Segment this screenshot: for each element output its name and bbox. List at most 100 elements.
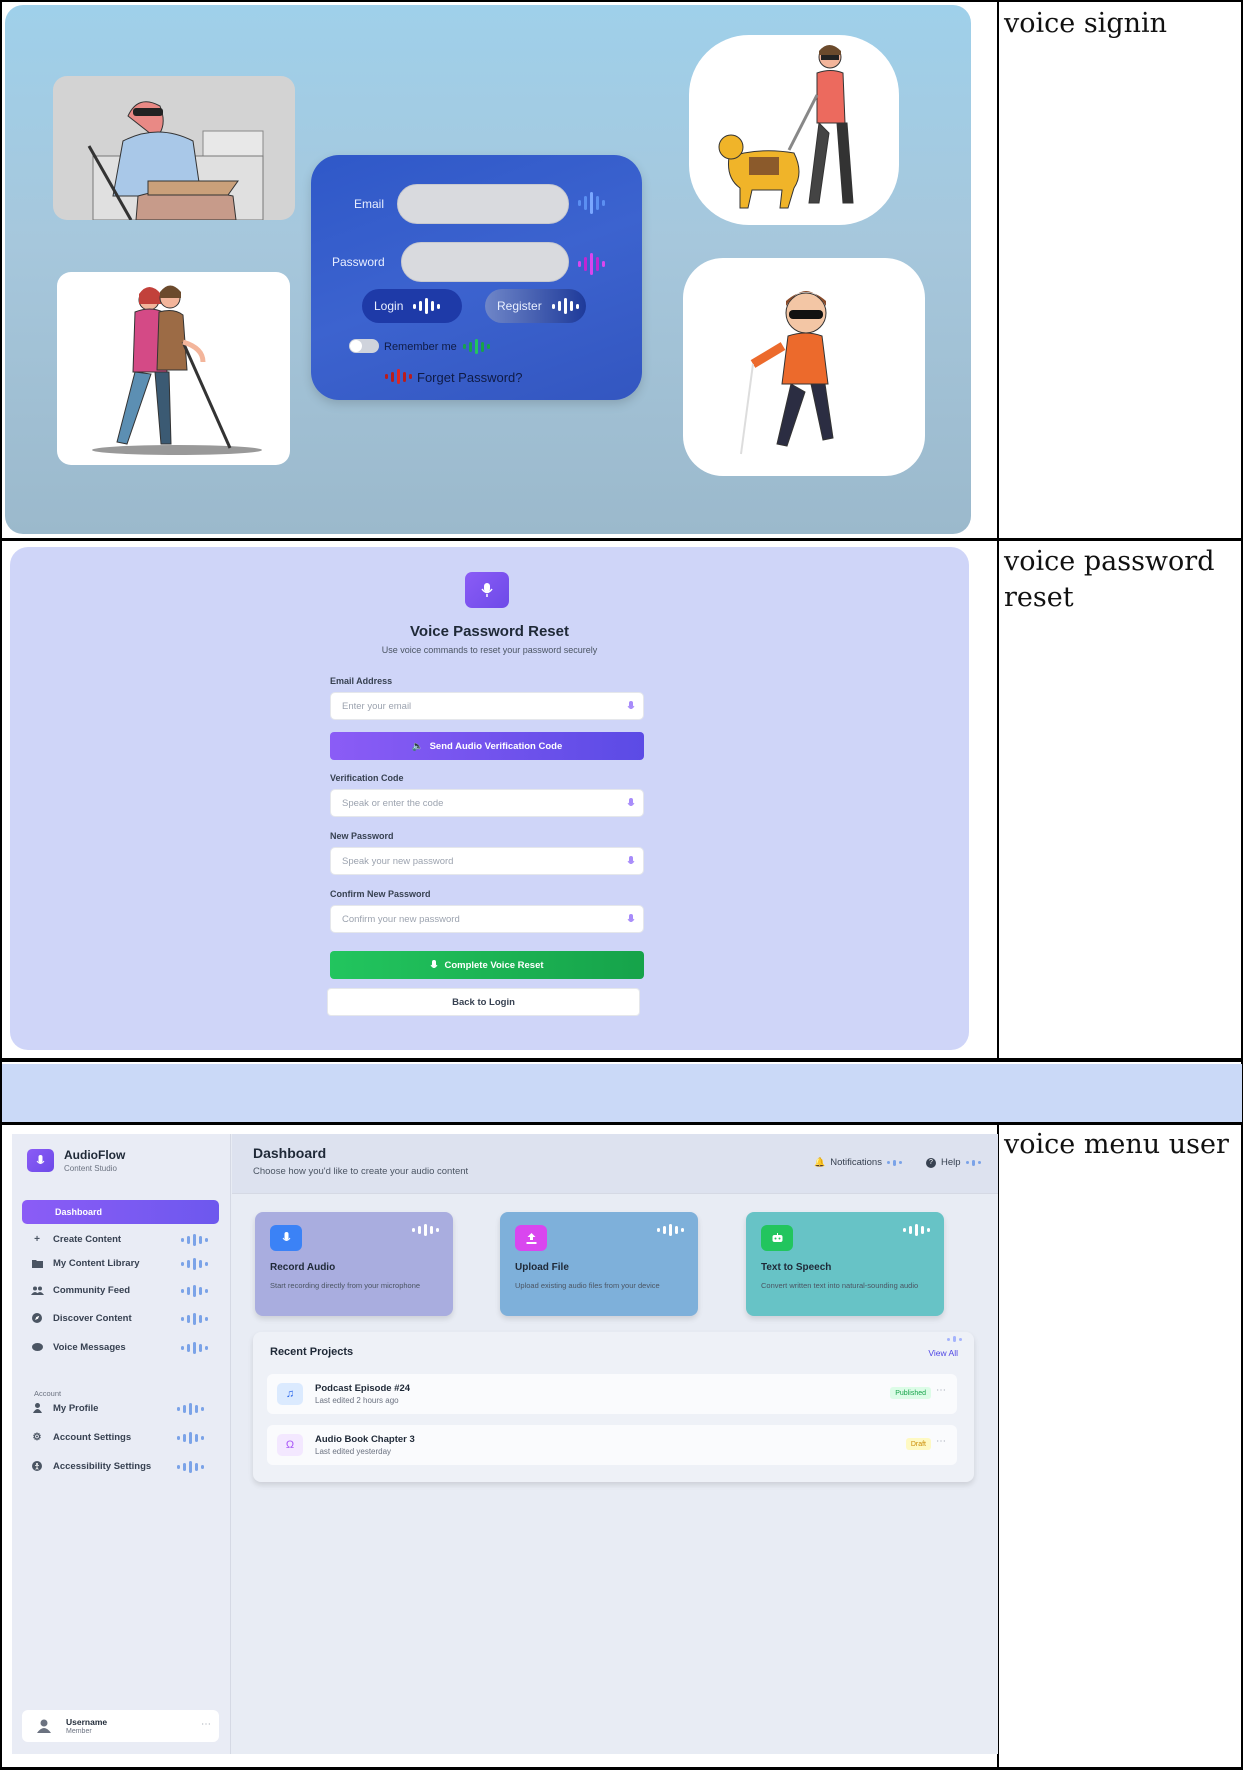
sidebar-item-label: Discover Content xyxy=(53,1312,132,1324)
braille-reader-illustration xyxy=(53,76,295,220)
voice-wave-icon xyxy=(965,1159,981,1166)
voice-wave-icon xyxy=(886,1159,902,1166)
record-audio-card[interactable]: Record Audio Start recording directly fr… xyxy=(255,1212,453,1316)
user-profile-card[interactable]: Username Member ⋯ xyxy=(22,1710,219,1742)
voice-wave-icon[interactable] xyxy=(181,1313,208,1325)
sidebar-item-label: Community Feed xyxy=(53,1284,131,1296)
voice-wave-icon[interactable] xyxy=(177,1461,204,1473)
table-border xyxy=(0,0,2,1770)
card-description: Upload existing audio files from your de… xyxy=(515,1281,660,1290)
status-badge: Published xyxy=(890,1387,931,1399)
row-caption: voice signin xyxy=(1004,8,1168,39)
login-label: Login xyxy=(374,299,404,313)
new-password-field[interactable]: Speak your new password xyxy=(330,847,644,875)
voice-wave-icon[interactable] xyxy=(578,192,605,214)
sidebar: AudioFlow Content Studio Dashboard + Cre… xyxy=(12,1134,231,1754)
user-icon xyxy=(30,1402,44,1414)
voice-wave-icon[interactable] xyxy=(181,1285,208,1297)
project-subtitle: Last edited yesterday xyxy=(315,1447,392,1456)
dashboard-screenshot: AudioFlow Content Studio Dashboard + Cre… xyxy=(12,1134,998,1754)
password-reset-screenshot: Voice Password Reset Use voice commands … xyxy=(10,547,969,1050)
mic-icon[interactable] xyxy=(627,856,635,867)
card-title: Text to Speech xyxy=(761,1262,832,1273)
mic-icon[interactable] xyxy=(627,914,635,925)
sidebar-item-community-feed[interactable]: Community Feed xyxy=(30,1281,220,1299)
send-verification-button[interactable]: 🔈 Send Audio Verification Code xyxy=(330,732,644,760)
list-item[interactable]: ♫ Podcast Episode #24 Last edited 2 hour… xyxy=(267,1374,957,1414)
forgot-password-link[interactable]: Forget Password? xyxy=(417,370,523,385)
account-section-label: Account xyxy=(34,1389,62,1398)
mic-icon[interactable] xyxy=(627,701,635,712)
card-title: Upload File xyxy=(515,1262,569,1273)
speaker-icon: 🔈 xyxy=(411,740,424,752)
voice-wave-icon[interactable] xyxy=(177,1432,204,1444)
voice-wave-icon[interactable] xyxy=(947,1336,962,1342)
complete-reset-button[interactable]: Complete Voice Reset xyxy=(330,951,644,979)
list-item[interactable]: Ω Audio Book Chapter 3 Last edited yeste… xyxy=(267,1425,957,1465)
sidebar-item-accessibility-settings[interactable]: Accessibility Settings xyxy=(30,1457,220,1475)
folder-icon xyxy=(30,1257,44,1269)
login-button[interactable]: Login xyxy=(362,289,462,323)
voice-wave-icon[interactable] xyxy=(463,339,490,354)
remember-me-label: Remember me xyxy=(384,341,457,353)
voice-wave-icon[interactable] xyxy=(657,1224,684,1236)
voice-wave-icon[interactable] xyxy=(181,1342,208,1354)
voice-wave-icon[interactable] xyxy=(412,1224,439,1236)
sidebar-item-voice-messages[interactable]: Voice Messages xyxy=(30,1338,220,1356)
project-title: Podcast Episode #24 xyxy=(315,1383,411,1394)
voice-wave-icon[interactable] xyxy=(578,253,605,275)
mic-icon[interactable] xyxy=(627,798,635,809)
upload-file-card[interactable]: Upload File Upload existing audio files … xyxy=(500,1212,698,1316)
voice-wave-icon[interactable] xyxy=(385,369,412,384)
new-password-placeholder: Speak your new password xyxy=(342,855,454,867)
more-icon[interactable]: ⋯ xyxy=(936,1385,947,1396)
robot-icon xyxy=(761,1225,793,1251)
table-border xyxy=(0,0,1243,2)
remember-me-toggle[interactable] xyxy=(349,339,379,353)
password-input[interactable] xyxy=(401,242,569,282)
row-caption: voice password reset xyxy=(1004,546,1215,613)
sidebar-item-account-settings[interactable]: ⚙ Account Settings xyxy=(30,1428,220,1446)
dashboard-header: Dashboard Choose how you'd like to creat… xyxy=(232,1134,998,1194)
app-brand-subtitle: Content Studio xyxy=(64,1164,117,1173)
sidebar-item-content-library[interactable]: My Content Library xyxy=(30,1254,220,1272)
verification-code-field[interactable]: Speak or enter the code xyxy=(330,789,644,817)
register-button[interactable]: Register xyxy=(485,289,586,323)
sidebar-item-dashboard[interactable]: Dashboard xyxy=(22,1200,219,1224)
guided-walk-illustration xyxy=(57,272,290,465)
help-icon: ? xyxy=(926,1157,936,1168)
new-password-label: New Password xyxy=(330,831,394,841)
sidebar-item-create-content[interactable]: + Create Content xyxy=(30,1230,220,1248)
accessibility-icon xyxy=(30,1460,44,1472)
gear-icon: ⚙ xyxy=(32,1431,42,1443)
back-to-login-button[interactable]: Back to Login xyxy=(327,988,640,1016)
project-title: Audio Book Chapter 3 xyxy=(315,1434,415,1445)
more-icon[interactable]: ⋯ xyxy=(936,1436,947,1447)
help-label: Help xyxy=(941,1157,961,1168)
sidebar-item-my-profile[interactable]: My Profile xyxy=(30,1399,220,1417)
signin-screenshot: Email Password Login Register Remember m… xyxy=(5,5,971,534)
sidebar-item-label: Voice Messages xyxy=(53,1341,126,1353)
confirm-password-label: Confirm New Password xyxy=(330,889,431,899)
row-caption: voice menu user xyxy=(1004,1129,1229,1160)
email-field[interactable]: Enter your email xyxy=(330,692,644,720)
email-input[interactable] xyxy=(397,184,569,224)
recent-projects-panel: Recent Projects View All ♫ Podcast Episo… xyxy=(253,1332,974,1482)
email-label: Email xyxy=(354,197,385,211)
voice-wave-icon[interactable] xyxy=(181,1258,208,1270)
voice-wave-icon[interactable] xyxy=(903,1224,930,1236)
help-button[interactable]: ? Help xyxy=(926,1157,981,1168)
complete-reset-label: Complete Voice Reset xyxy=(444,959,544,971)
confirm-password-field[interactable]: Confirm your new password xyxy=(330,905,644,933)
voice-wave-icon[interactable] xyxy=(181,1234,208,1246)
empty-table-row xyxy=(2,1064,1242,1122)
voice-wave-icon[interactable] xyxy=(177,1403,204,1415)
sidebar-item-discover-content[interactable]: Discover Content xyxy=(30,1309,220,1327)
notifications-button[interactable]: 🔔 Notifications xyxy=(814,1157,902,1168)
chat-icon xyxy=(30,1341,44,1353)
compass-icon xyxy=(30,1312,44,1324)
view-all-link[interactable]: View All xyxy=(928,1348,958,1358)
more-icon[interactable]: ⋯ xyxy=(201,1719,211,1730)
text-to-speech-card[interactable]: Text to Speech Convert written text into… xyxy=(746,1212,944,1316)
table-border xyxy=(0,1058,1243,1062)
